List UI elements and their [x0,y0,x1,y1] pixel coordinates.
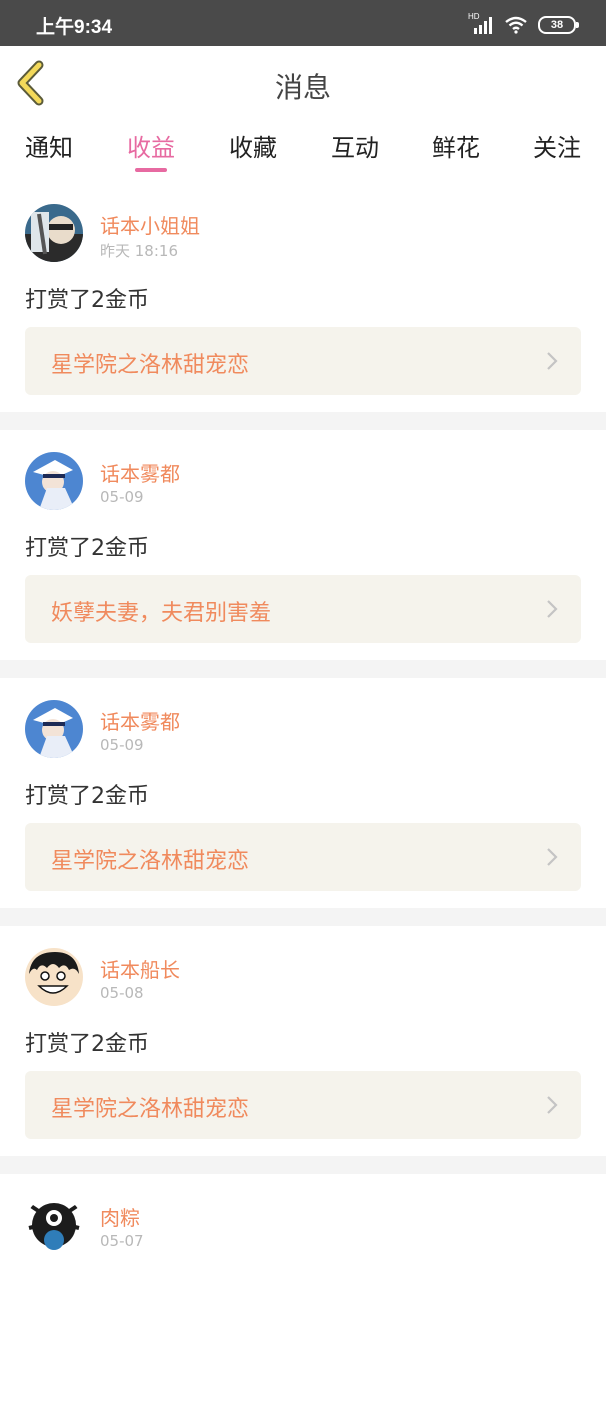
reward-text: 打赏了2金币 [25,1032,149,1057]
book-title: 星学院之洛林甜宠恋 [51,1097,250,1122]
message-list: 话本小姐姐 昨天 18:16 打赏了2金币 星学院之洛林甜宠恋 话本雾都 05-… [0,182,606,1404]
reward-text: 打赏了2金币 [25,784,149,809]
list-item: 话本雾都 05-09 打赏了2金币 妖孽夫妻，夫君别害羞 [0,430,606,660]
header: 消息 [0,46,606,121]
reward-text: 打赏了2金币 [25,536,149,561]
username[interactable]: 话本雾都 [100,706,180,735]
tab-interactions[interactable]: 互动 [315,128,395,163]
wifi-icon [505,16,527,34]
book-title: 妖孽夫妻，夫君别害羞 [51,601,272,626]
book-title: 星学院之洛林甜宠恋 [51,849,250,874]
avatar[interactable] [25,204,83,262]
signal-icon: HD [468,12,494,34]
active-tab-indicator [135,168,167,172]
tab-flowers[interactable]: 鲜花 [416,128,496,163]
status-icons: HD 38 [468,12,579,34]
username[interactable]: 肉粽 [100,1202,140,1231]
tab-notifications[interactable]: 通知 [9,128,89,163]
timestamp: 05-07 [100,1232,144,1250]
tab-following[interactable]: 关注 [517,128,597,163]
timestamp: 昨天 18:16 [100,242,178,260]
page-title: 消息 [274,71,331,104]
status-bar: 上午9:34 HD 38 [0,0,606,46]
list-item: 话本雾都 05-09 打赏了2金币 星学院之洛林甜宠恋 [0,678,606,908]
username[interactable]: 话本船长 [100,954,180,983]
avatar[interactable] [25,948,83,1006]
username[interactable]: 话本雾都 [100,458,180,487]
avatar[interactable] [25,452,83,510]
battery-level: 38 [550,19,564,31]
timestamp: 05-09 [100,736,144,754]
divider [0,908,606,926]
chevron-right-icon [547,1096,558,1114]
battery-icon: 38 [538,16,579,34]
chevron-right-icon [547,600,558,618]
divider [0,660,606,678]
chevron-right-icon [547,848,558,866]
timestamp: 05-09 [100,488,144,506]
divider [0,412,606,430]
username[interactable]: 话本小姐姐 [100,210,200,239]
book-link[interactable]: 星学院之洛林甜宠恋 [25,1071,581,1139]
book-title: 星学院之洛林甜宠恋 [51,353,250,378]
avatar[interactable] [25,1196,83,1254]
book-link[interactable]: 星学院之洛林甜宠恋 [25,823,581,891]
divider [0,1156,606,1174]
tab-earnings[interactable]: 收益 [111,128,191,163]
reward-text: 打赏了2金币 [25,288,149,313]
list-item: 话本船长 05-08 打赏了2金币 星学院之洛林甜宠恋 [0,926,606,1156]
status-time: 上午9:34 [36,17,113,38]
chevron-right-icon [547,352,558,370]
timestamp: 05-08 [100,984,144,1002]
tab-bar: 通知 收益 收藏 互动 鲜花 关注 [0,120,606,182]
avatar[interactable] [25,700,83,758]
book-link[interactable]: 妖孽夫妻，夫君别害羞 [25,575,581,643]
list-item: 肉粽 05-07 [0,1174,606,1404]
book-link[interactable]: 星学院之洛林甜宠恋 [25,327,581,395]
network-type-label: HD [468,12,480,21]
list-item: 话本小姐姐 昨天 18:16 打赏了2金币 星学院之洛林甜宠恋 [0,182,606,412]
tab-favorites[interactable]: 收藏 [213,128,293,163]
